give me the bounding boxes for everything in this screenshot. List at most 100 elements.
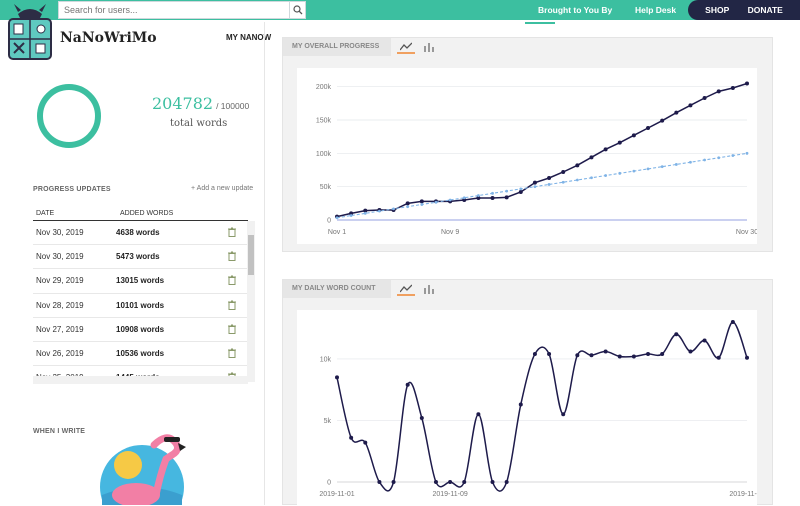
data-point	[363, 211, 367, 215]
data-point	[335, 216, 339, 220]
x-tick-label: Nov 9	[441, 229, 459, 236]
updates-vertical-scrollbar[interactable]	[247, 221, 255, 382]
line-chart-toggle[interactable]	[397, 283, 415, 296]
shop-donate-bar: SHOP DONATE	[688, 0, 800, 20]
brand-name[interactable]: NaNoWriMo	[60, 30, 157, 46]
data-point	[505, 189, 509, 193]
data-point	[589, 155, 594, 160]
x-tick-label: Nov 1	[328, 229, 346, 236]
flamingo-illustration	[100, 434, 186, 505]
data-point	[745, 355, 749, 360]
trash-icon[interactable]	[228, 324, 236, 334]
trash-icon[interactable]	[228, 227, 236, 237]
add-update-link[interactable]: + Add a new update	[191, 185, 253, 192]
nanowrimo-logo[interactable]	[4, 2, 56, 62]
bar-chart-toggle[interactable]	[420, 283, 438, 296]
update-date: Nov 29, 2019	[36, 276, 84, 286]
data-point	[533, 185, 537, 189]
x-tick-label: 2019-11-30	[729, 491, 757, 498]
data-point	[419, 199, 424, 204]
update-words: 10536 words	[116, 348, 165, 358]
y-tick-label: 200k	[316, 84, 332, 91]
bar-chart-toggle[interactable]	[420, 41, 438, 54]
data-point	[716, 89, 721, 94]
data-point	[575, 178, 579, 182]
data-point	[660, 165, 664, 169]
data-point	[561, 412, 566, 417]
data-point	[631, 354, 636, 359]
trash-icon[interactable]	[228, 275, 236, 286]
trash-icon[interactable]	[228, 251, 236, 262]
data-point	[532, 352, 537, 356]
data-point	[335, 375, 339, 380]
data-point	[646, 126, 651, 130]
update-date: Nov 26, 2019	[36, 348, 84, 358]
nav-link-sponsors[interactable]: Brought to You By	[538, 0, 612, 20]
updates-table-header: DATE ADDED WORDS	[33, 208, 248, 221]
updates-table-body: Nov 30, 2019 4638 words Nov 30, 2019 5473 w…	[33, 221, 248, 382]
data-point	[745, 81, 749, 86]
bar-chart-icon	[424, 285, 434, 294]
data-point	[674, 163, 678, 166]
y-tick-label: 100k	[316, 151, 332, 158]
data-point	[575, 163, 580, 168]
update-words: 4638 words	[116, 228, 160, 237]
x-tick-label: Nov 30	[736, 229, 757, 236]
data-point	[617, 140, 622, 145]
data-point	[434, 200, 438, 204]
search-button[interactable]	[289, 2, 305, 18]
word-count-summary: 204782 / 100000	[152, 94, 249, 113]
data-point	[349, 435, 354, 440]
data-point	[518, 190, 523, 194]
data-point	[688, 103, 693, 108]
data-point	[392, 207, 395, 211]
line-chart-toggle[interactable]	[397, 41, 415, 54]
data-point	[491, 191, 494, 195]
total-words-label: total words	[170, 118, 228, 129]
daily-word-count-chart: 0 5k 10k 2019-11-01 2019-11-09 2019-11-30	[297, 310, 757, 506]
overall-progress-title: MY OVERALL PROGRESS	[283, 38, 391, 56]
data-point	[745, 151, 749, 155]
data-point	[632, 169, 636, 173]
line-chart-icon	[400, 284, 412, 293]
search-input[interactable]	[59, 2, 289, 18]
nav-link-help-desk[interactable]: Help Desk	[635, 0, 676, 20]
data-point	[377, 480, 382, 484]
data-point	[406, 205, 410, 209]
data-point	[490, 196, 495, 200]
progress-ring	[37, 84, 101, 148]
donate-link[interactable]: DONATE	[748, 5, 783, 15]
update-words: 5473 words	[116, 252, 160, 262]
line-chart-icon	[400, 42, 412, 51]
data-point	[547, 352, 552, 356]
data-point	[476, 412, 481, 417]
data-point	[391, 480, 396, 484]
update-row: Nov 30, 2019 4638 words	[33, 221, 248, 246]
data-point	[646, 352, 651, 356]
update-date: Nov 28, 2019	[36, 300, 84, 310]
search-icon	[292, 5, 302, 15]
data-point	[419, 416, 424, 420]
data-point	[703, 158, 706, 162]
update-row: Nov 29, 2019 13015 words	[33, 269, 248, 294]
shop-link[interactable]: SHOP	[705, 5, 729, 15]
updates-horizontal-scrollbar[interactable]	[33, 376, 248, 384]
data-point	[448, 480, 453, 484]
data-point	[589, 353, 594, 358]
bar-chart-icon	[424, 43, 434, 52]
data-point	[731, 154, 735, 157]
y-tick-label: 50k	[320, 184, 332, 191]
trash-icon[interactable]	[228, 300, 236, 310]
data-point	[730, 320, 735, 324]
data-point	[561, 170, 566, 174]
goal-value: / 100000	[216, 101, 250, 111]
data-point	[349, 214, 353, 217]
x-tick-label: 2019-11-01	[319, 491, 354, 498]
y-tick-label: 5k	[324, 418, 332, 425]
trash-icon[interactable]	[228, 348, 236, 358]
data-point	[462, 196, 466, 200]
update-words: 10908 words	[116, 324, 165, 334]
data-point	[716, 355, 721, 360]
update-row: Nov 26, 2019 10536 words	[33, 342, 248, 367]
column-divider	[264, 22, 265, 505]
